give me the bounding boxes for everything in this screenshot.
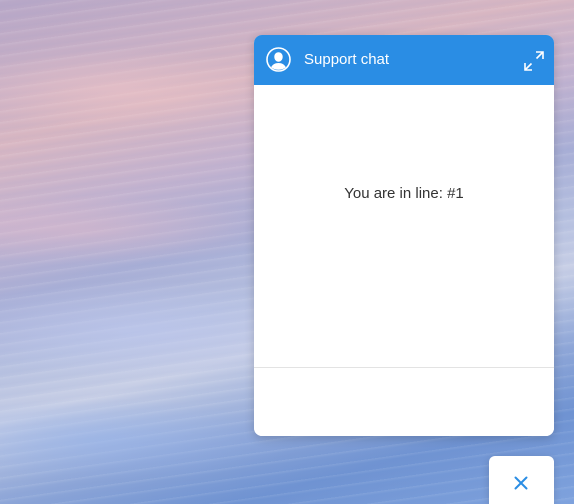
- chat-header: Support chat: [254, 35, 554, 85]
- user-avatar-icon: [266, 47, 291, 72]
- chat-title: Support chat: [304, 51, 390, 68]
- chat-input-area[interactable]: [254, 367, 554, 436]
- chat-widget: Support chat You are in line: #1: [254, 35, 554, 436]
- chat-message-area: You are in line: #1: [254, 85, 554, 367]
- close-icon: [514, 476, 528, 490]
- expand-icon[interactable]: [523, 50, 545, 72]
- close-chat-button[interactable]: [489, 456, 554, 504]
- queue-status-text: You are in line: #1: [344, 185, 464, 202]
